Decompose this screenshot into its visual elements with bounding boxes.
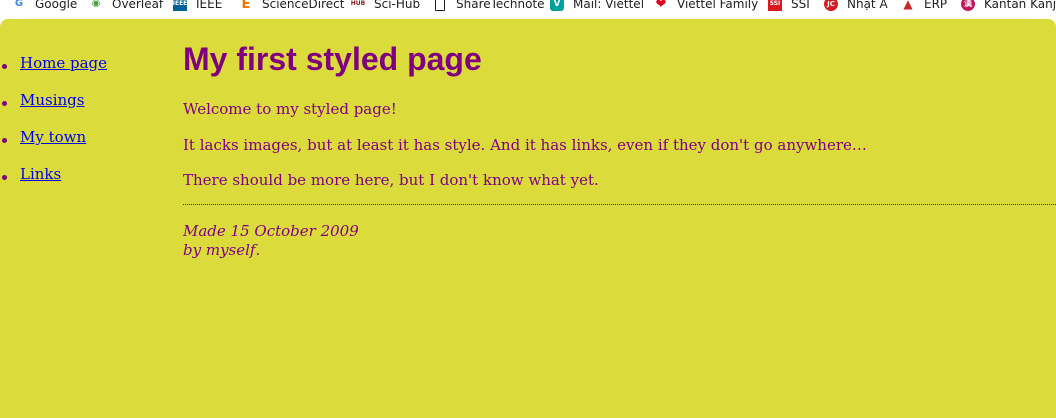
nav-item-links: Links [0,165,107,202]
address-author-line: by myself. [183,241,359,260]
ieee-icon: IEEE [173,0,187,11]
navbar: Home page Musings My town Links [0,54,107,202]
viettel-family-icon: ❤ [655,0,667,12]
paragraph-style: It lacks images, but at least it has sty… [183,136,867,154]
nav-link-links[interactable]: Links [20,165,61,183]
kantan-kanji-icon: 漢 [961,0,975,11]
erp-icon: ▲ [903,0,913,11]
page-viewport: Home page Musings My town Links My first… [0,19,1056,418]
bookmarks-bar: G Google ◉ Overleaf IEEE IEEE E ScienceD… [0,0,1056,19]
bookmark-label: ShareTechnote [456,0,545,11]
bookmark-scihub[interactable]: HUB Sci-Hub [351,0,420,14]
bookmark-label: Viettel Family [677,0,759,11]
viettel-mail-icon: V [550,0,564,11]
bookmark-label: Overleaf [112,0,164,11]
address-block: Made 15 October 2009 by myself. [183,222,359,260]
paragraph-welcome: Welcome to my styled page! [183,100,397,118]
bookmark-mail-viettel[interactable]: V Mail: Viettel [550,0,644,14]
sciencedirect-icon: E [241,0,251,12]
address-by: by [183,241,206,259]
bookmark-kantan-kanji[interactable]: 漢 Kantan Kanji [961,0,1056,14]
bookmark-sciencedirect[interactable]: E ScienceDirect [239,0,345,14]
bookmark-ssi[interactable]: SSI SSI [768,0,810,14]
nav-item-my-town: My town [0,128,107,165]
bookmark-nhat-a[interactable]: JC Nhật A [824,0,888,14]
bookmark-label: ERP [924,0,948,11]
address-author: myself [205,241,256,259]
nav-item-home: Home page [0,54,107,91]
scihub-icon: HUB [350,0,366,7]
bookmark-label: Nhật A [847,0,888,11]
nav-link-my-town[interactable]: My town [20,128,86,146]
address-date: Made 15 October 2009 [183,222,359,240]
bookmark-erp[interactable]: ▲ ERP [901,0,947,14]
bookmark-google[interactable]: G Google [12,0,77,14]
bookmark-ieee[interactable]: IEEE IEEE [173,0,222,14]
bookmark-label: Google [35,0,78,11]
bookmark-overleaf[interactable]: ◉ Overleaf [89,0,164,14]
document-icon [433,0,447,11]
google-icon: G [14,0,24,9]
address-period: . [255,241,261,259]
bookmark-label: Mail: Viettel [573,0,645,11]
page-title: My first styled page [183,41,482,77]
bookmark-label: SSI [791,0,810,11]
nav-link-home[interactable]: Home page [20,54,107,72]
overleaf-icon: ◉ [91,0,101,9]
bookmark-label: Sci-Hub [374,0,421,11]
horizontal-rule [183,204,1056,205]
bookmark-label: ScienceDirect [262,0,345,11]
ssi-icon: SSI [768,0,782,11]
bookmark-sharetechnote[interactable]: ShareTechnote [433,0,545,14]
paragraph-more: There should be more here, but I don't k… [183,171,599,189]
bookmark-viettel-family[interactable]: ❤ Viettel Family [654,0,759,14]
nav-link-musings[interactable]: Musings [20,91,84,109]
nhat-a-icon: JC [824,0,838,11]
nav-item-musings: Musings [0,91,107,128]
bookmark-label: IEEE [196,0,223,11]
bookmark-label: Kantan Kanji [984,0,1056,11]
